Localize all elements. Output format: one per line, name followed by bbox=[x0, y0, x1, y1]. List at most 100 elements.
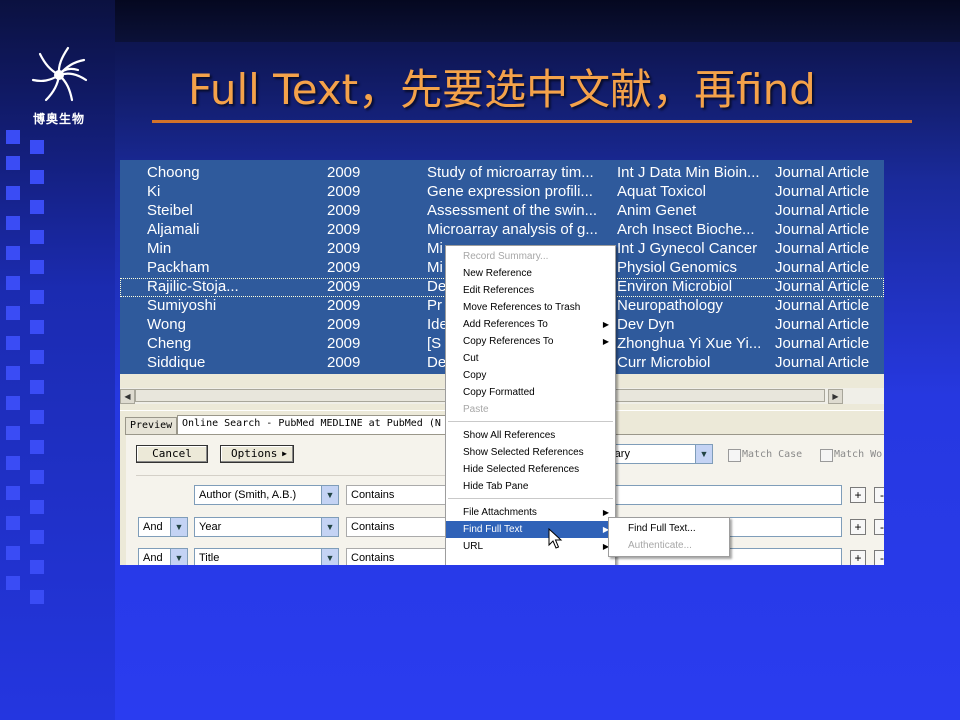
reference-year: 2009 bbox=[327, 183, 361, 200]
search-input-1[interactable] bbox=[614, 485, 842, 505]
field-select-2[interactable]: Year ▼ bbox=[194, 517, 339, 537]
menu-item-file-attachments-label: File Attachments bbox=[463, 507, 537, 518]
reference-type: Journal Article bbox=[775, 164, 870, 181]
menu-item-record-summary[interactable]: Record Summary... bbox=[446, 248, 615, 265]
reference-title: Gene expression profili... bbox=[427, 183, 593, 200]
reference-type: Journal Article bbox=[775, 354, 870, 371]
reference-journal: Aquat Toxicol bbox=[617, 183, 706, 200]
boolean-select-2-value: And bbox=[143, 521, 163, 533]
reference-year: 2009 bbox=[327, 354, 361, 371]
remove-row-button-3[interactable]: - bbox=[874, 550, 884, 565]
field-select-1[interactable]: Author (Smith, A.B.) ▼ bbox=[194, 485, 339, 505]
mouse-cursor-icon bbox=[548, 528, 563, 549]
reference-journal: Environ Microbiol bbox=[617, 278, 733, 295]
reference-year: 2009 bbox=[327, 297, 361, 314]
add-row-button-3[interactable]: + bbox=[850, 550, 866, 565]
company-logo-icon bbox=[31, 46, 88, 102]
operator-select-2[interactable]: Contains bbox=[346, 517, 450, 537]
menu-item-edit-references[interactable]: Edit References bbox=[446, 282, 615, 299]
endnote-screenshot: Choong 2009 Study of microarray tim... Int … bbox=[120, 160, 884, 565]
reference-year: 2009 bbox=[327, 278, 361, 295]
reference-year: 2009 bbox=[327, 202, 361, 219]
table-row[interactable]: Steibel 2009 Assessment of the swin... Anim… bbox=[120, 202, 884, 221]
match-case-label: Match Case bbox=[742, 449, 803, 460]
menu-item-file-attachments[interactable]: File Attachments ▶ bbox=[446, 504, 615, 521]
reference-title: Microarray analysis of g... bbox=[427, 221, 598, 238]
slide-title: Full Text，先要选中文献，再find bbox=[188, 65, 816, 114]
chevron-down-icon: ▼ bbox=[170, 549, 187, 565]
menu-item-copy-references-to[interactable]: Copy References To ▶ bbox=[446, 333, 615, 350]
menu-item-show-all[interactable]: Show All References bbox=[446, 427, 615, 444]
reference-type: Journal Article bbox=[775, 316, 870, 333]
match-words-checkbox[interactable] bbox=[820, 449, 833, 462]
reference-author: Aljamali bbox=[147, 221, 200, 238]
remove-row-button-1[interactable]: - bbox=[874, 487, 884, 503]
reference-author: Min bbox=[147, 240, 172, 257]
menu-item-copy-references-to-label: Copy References To bbox=[463, 336, 554, 347]
operator-select-1[interactable]: Contains bbox=[346, 485, 450, 505]
options-label: Options bbox=[231, 447, 278, 460]
options-button[interactable]: Options ▶ bbox=[220, 445, 294, 463]
menu-item-url[interactable]: URL ▶ bbox=[446, 538, 615, 555]
field-select-3-value: Title bbox=[199, 552, 220, 564]
field-select-3[interactable]: Title ▼ bbox=[194, 548, 339, 565]
scroll-right-icon[interactable]: ▶ bbox=[828, 389, 843, 404]
reference-author: Steibel bbox=[147, 202, 193, 219]
reference-author: Sumiyoshi bbox=[147, 297, 217, 314]
top-band bbox=[115, 0, 960, 42]
reference-journal: Zhonghua Yi Xue Yi... bbox=[617, 335, 762, 352]
boolean-select-2[interactable]: And ▼ bbox=[138, 517, 188, 537]
reference-journal: Physiol Genomics bbox=[617, 259, 738, 276]
menu-item-find-full-text[interactable]: Find Full Text ▶ bbox=[446, 521, 615, 538]
chevron-down-icon: ▼ bbox=[695, 445, 712, 463]
menu-item-url-label: URL bbox=[463, 541, 484, 552]
menu-item-hide-selected[interactable]: Hide Selected References bbox=[446, 461, 615, 478]
search-input-2[interactable] bbox=[726, 517, 842, 537]
tab-online-search[interactable]: Online Search - PubMed MEDLINE at PubMed… bbox=[177, 415, 477, 435]
slide: 博奥生物 Full Text，先要选中文献，再find Choong 2009 St… bbox=[0, 0, 960, 720]
submenu-item-find-full-text[interactable]: Find Full Text... bbox=[609, 520, 729, 537]
reference-type: Journal Article bbox=[775, 335, 870, 352]
reference-year: 2009 bbox=[327, 240, 361, 257]
scroll-left-icon[interactable]: ◀ bbox=[120, 389, 135, 404]
menu-item-copy-formatted[interactable]: Copy Formatted bbox=[446, 384, 615, 401]
menu-item-cut[interactable]: Cut bbox=[446, 350, 615, 367]
boolean-select-3[interactable]: And ▼ bbox=[138, 548, 188, 565]
match-words-label: Match Wo bbox=[834, 449, 883, 460]
match-case-checkbox[interactable] bbox=[728, 449, 741, 462]
reference-author: Packham bbox=[147, 259, 210, 276]
find-full-text-submenu: Find Full Text... Authenticate... bbox=[608, 517, 730, 557]
reference-journal: Arch Insect Bioche... bbox=[617, 221, 755, 238]
add-row-button-2[interactable]: + bbox=[850, 519, 866, 535]
reference-author: Ki bbox=[147, 183, 161, 200]
menu-item-show-selected[interactable]: Show Selected References bbox=[446, 444, 615, 461]
table-row[interactable]: Aljamali 2009 Microarray analysis of g... A… bbox=[120, 221, 884, 240]
library-select[interactable]: rary ▼ bbox=[606, 444, 713, 464]
boolean-select-3-value: And bbox=[143, 552, 163, 564]
reference-type: Journal Article bbox=[775, 221, 870, 238]
operator-select-3[interactable]: Contains bbox=[346, 548, 450, 565]
menu-item-add-references-to[interactable]: Add References To ▶ bbox=[446, 316, 615, 333]
menu-item-copy[interactable]: Copy bbox=[446, 367, 615, 384]
chevron-down-icon: ▼ bbox=[321, 549, 338, 565]
table-row[interactable]: Ki 2009 Gene expression profili... Aquat To… bbox=[120, 183, 884, 202]
field-select-2-value: Year bbox=[199, 521, 222, 533]
operator-select-1-value: Contains bbox=[351, 489, 395, 501]
menu-separator bbox=[448, 421, 613, 422]
cancel-button[interactable]: Cancel bbox=[136, 445, 208, 463]
tab-preview[interactable]: Preview bbox=[125, 417, 177, 435]
remove-row-button-2[interactable]: - bbox=[874, 519, 884, 535]
table-row[interactable]: Choong 2009 Study of microarray tim... Int … bbox=[120, 164, 884, 183]
menu-item-paste[interactable]: Paste bbox=[446, 401, 615, 418]
add-row-button-1[interactable]: + bbox=[850, 487, 866, 503]
menu-item-hide-tab-pane[interactable]: Hide Tab Pane bbox=[446, 478, 615, 495]
menu-item-new-reference[interactable]: New Reference bbox=[446, 265, 615, 282]
reference-title: Assessment of the swin... bbox=[427, 202, 598, 219]
reference-type: Journal Article bbox=[775, 183, 870, 200]
submenu-item-authenticate[interactable]: Authenticate... bbox=[609, 537, 729, 554]
reference-year: 2009 bbox=[327, 259, 361, 276]
caret-right-icon: ▶ bbox=[282, 449, 287, 458]
menu-item-move-to-trash[interactable]: Move References to Trash bbox=[446, 299, 615, 316]
decorative-squares bbox=[0, 130, 60, 610]
reference-year: 2009 bbox=[327, 316, 361, 333]
